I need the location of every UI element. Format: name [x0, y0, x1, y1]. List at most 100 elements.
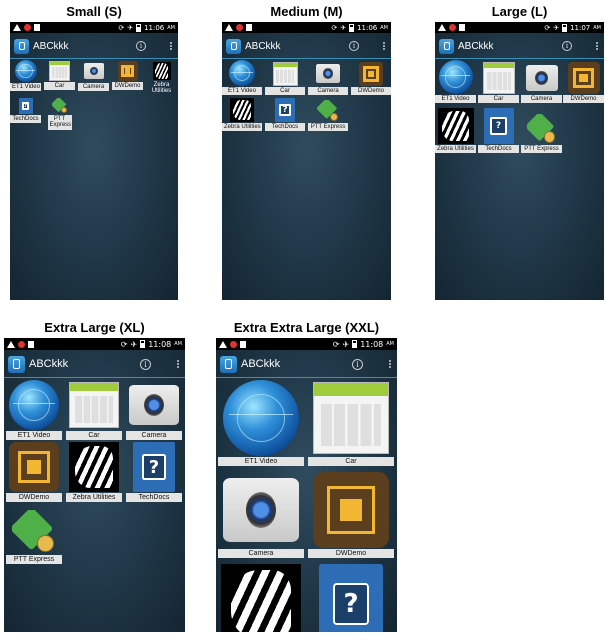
- clock-ampm: AM: [174, 341, 182, 347]
- app-tile-ptt-express[interactable]: PTT Express: [308, 96, 348, 132]
- app-tile-dwdemo[interactable]: DWDemo: [308, 472, 394, 559]
- airplane-icon: ✈: [127, 23, 134, 32]
- app-label: ET1 Video: [218, 457, 304, 467]
- app-tile-ptt-express[interactable]: PTT Express: [6, 508, 62, 565]
- overflow-menu-icon[interactable]: [168, 40, 174, 52]
- app-label: Car: [265, 87, 305, 96]
- info-icon[interactable]: i: [136, 41, 146, 51]
- airplane-icon: ✈: [342, 339, 350, 349]
- app-tile-dwdemo[interactable]: DWDemo: [351, 60, 391, 96]
- camera-icon: [525, 65, 558, 91]
- app-tile-et1-video[interactable]: ET1 Video: [222, 60, 262, 96]
- clock-ampm: AM: [380, 24, 388, 31]
- app-tile-et1-video[interactable]: ET1 Video: [218, 380, 304, 467]
- app-tile-camera[interactable]: Camera: [78, 60, 109, 92]
- app-tile-dwdemo[interactable]: DWDemo: [112, 60, 143, 91]
- app-title: ABCkkk: [33, 40, 69, 52]
- app-tile-car[interactable]: Car: [308, 380, 394, 467]
- overflow-menu-icon[interactable]: [381, 40, 387, 52]
- app-tile-techdocs[interactable]: TechDocs: [10, 96, 41, 124]
- app-logo-icon: [8, 355, 25, 373]
- rotate-icon: ⟳: [544, 23, 551, 32]
- phone-screen: ⟳ ✈ 11:08 AM ABCkkk i ET1 Video Car Camera …: [4, 338, 185, 632]
- app-tile-car[interactable]: Car: [265, 60, 305, 96]
- app-tile-et1-video[interactable]: ET1 Video: [10, 60, 41, 92]
- app-tile-zebra-utilities[interactable]: Zebra Utilities: [435, 108, 476, 154]
- camera-icon: [129, 385, 179, 425]
- app-tile-zebra-utilities[interactable]: Zebra Utilities: [222, 96, 262, 132]
- app-tile-et1-video[interactable]: ET1 Video: [6, 380, 62, 441]
- app-tile-dwdemo[interactable]: DWDemo: [563, 60, 604, 104]
- app-tile-techdocs[interactable]: [308, 564, 394, 632]
- notification-icon: [28, 340, 34, 348]
- info-icon[interactable]: i: [140, 358, 151, 370]
- dwdemo-icon: [567, 62, 600, 94]
- app-label: Car: [66, 431, 122, 441]
- status-bar: ⟳ ✈ 11:07 AM: [435, 22, 604, 33]
- app-tile-car[interactable]: Car: [44, 60, 75, 91]
- overflow-menu-icon[interactable]: [594, 40, 600, 52]
- clock-ampm: AM: [167, 24, 175, 31]
- info-icon[interactable]: i: [562, 41, 572, 51]
- app-label: Zebra Utilities: [151, 82, 172, 95]
- globe-icon: [14, 60, 37, 82]
- camera-icon: [316, 64, 340, 83]
- panel-title: Medium (M): [270, 4, 343, 19]
- battery-icon: [349, 23, 355, 32]
- app-title: ABCkkk: [458, 40, 494, 52]
- app-tile-techdocs[interactable]: TechDocs: [126, 442, 182, 503]
- calendar-icon: [272, 62, 298, 86]
- app-label: Camera: [308, 87, 348, 96]
- app-label: DWDemo: [563, 95, 604, 104]
- panel-title: Large (L): [491, 4, 548, 19]
- app-label: TechDocs: [265, 123, 305, 132]
- globe-icon: [229, 60, 255, 86]
- overflow-menu-icon[interactable]: [387, 358, 393, 371]
- overflow-menu-icon[interactable]: [175, 358, 181, 371]
- app-tile-et1-video[interactable]: ET1 Video: [435, 60, 476, 104]
- app-tile-car[interactable]: Car: [66, 380, 122, 441]
- clock: 11:08: [148, 339, 172, 349]
- battery-icon: [352, 340, 358, 348]
- ptt-icon: [52, 98, 68, 114]
- app-label: DWDemo: [112, 82, 143, 91]
- dwdemo-icon: [359, 62, 383, 86]
- warning-icon: [219, 340, 227, 348]
- notification-icon: [240, 340, 246, 348]
- app-tile-ptt-express[interactable]: PTT Express: [521, 108, 562, 154]
- app-tile-zebra-utilities[interactable]: Zebra Utilities: [66, 442, 122, 503]
- battery-icon: [136, 23, 142, 32]
- app-tile-car[interactable]: Car: [478, 60, 519, 104]
- app-tile-camera[interactable]: Camera: [308, 60, 348, 96]
- globe-icon: [223, 380, 299, 456]
- app-title: ABCkkk: [245, 40, 281, 52]
- app-tile-camera[interactable]: Camera: [218, 472, 304, 559]
- info-icon[interactable]: i: [349, 41, 359, 51]
- phone-screen: ⟳ ✈ 11:08 AM ABCkkk i ET1 Video Car Camera …: [216, 338, 397, 632]
- app-bar: ABCkkk i: [435, 34, 604, 58]
- zebra-icon: [230, 98, 254, 122]
- app-tile-ptt-express[interactable]: PTT Express: [44, 96, 75, 130]
- camera-icon: [83, 63, 104, 79]
- app-tile-techdocs[interactable]: TechDocs: [265, 96, 305, 132]
- app-label: Car: [308, 457, 394, 467]
- app-tile-camera[interactable]: Camera: [126, 380, 182, 441]
- app-tile-dwdemo[interactable]: DWDemo: [6, 442, 62, 503]
- info-icon[interactable]: i: [352, 358, 363, 370]
- phone-screen: ⟳ ✈ 11:07 AM ABCkkk i ET1 Video Car Camera …: [435, 22, 604, 300]
- app-tile-camera[interactable]: Camera: [521, 60, 562, 104]
- app-tile-zebra-utilities[interactable]: Zebra Utilities: [146, 60, 177, 96]
- app-bar-divider: [435, 58, 604, 59]
- app-label: Camera: [218, 549, 304, 559]
- calendar-icon: [313, 382, 389, 454]
- app-label: PTT Express: [47, 115, 72, 130]
- airplane-icon: ✈: [340, 23, 347, 32]
- ptt-icon: [317, 100, 339, 122]
- warning-icon: [225, 24, 233, 31]
- help-book-icon: [275, 98, 295, 122]
- phone-screen: ⟳ ✈ 11:06 AM ABCkkk i ET1 Video Car Camera …: [10, 22, 178, 300]
- record-icon: [18, 340, 25, 348]
- app-tile-zebra-utilities[interactable]: [218, 564, 304, 632]
- app-tile-techdocs[interactable]: TechDocs: [478, 108, 519, 154]
- help-book-icon: [133, 442, 175, 492]
